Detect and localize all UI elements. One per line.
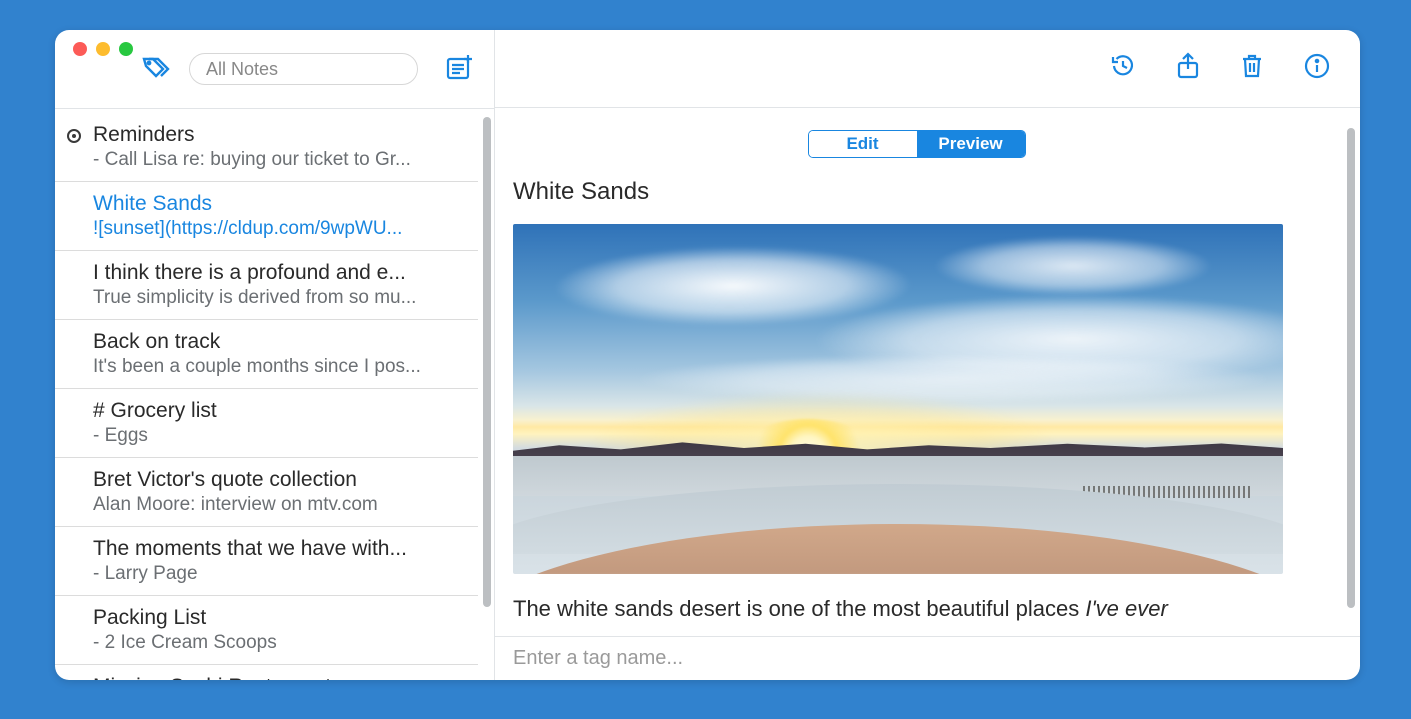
- note-list-item[interactable]: # Grocery list- Eggs: [55, 389, 478, 458]
- new-note-button[interactable]: [446, 54, 474, 85]
- history-icon: [1110, 53, 1136, 79]
- note-item-title: Packing List: [93, 606, 464, 630]
- edit-tab[interactable]: Edit: [809, 131, 917, 157]
- note-list-item[interactable]: White Sands![sunset](https://cldup.com/9…: [55, 182, 478, 251]
- notes-list: Reminders- Call Lisa re: buying our tick…: [55, 108, 494, 680]
- info-button[interactable]: [1304, 53, 1330, 84]
- trash-icon: [1240, 53, 1264, 79]
- app-window: All Notes Reminders- Call Lisa re: buyin…: [55, 30, 1360, 680]
- new-note-icon: [446, 54, 474, 80]
- tags-button[interactable]: [141, 55, 171, 84]
- note-item-preview: - 2 Ice Cream Scoops: [93, 632, 464, 654]
- tag-input[interactable]: Enter a tag name...: [495, 636, 1360, 680]
- note-item-title: Back on track: [93, 330, 464, 354]
- note-item-preview: - Larry Page: [93, 563, 464, 585]
- note-list-item[interactable]: Back on trackIt's been a couple months s…: [55, 320, 478, 389]
- note-list-item[interactable]: I think there is a profound and e...True…: [55, 251, 478, 320]
- zoom-window-button[interactable]: [119, 42, 133, 56]
- note-list-item[interactable]: The moments that we have with...- Larry …: [55, 527, 478, 596]
- note-item-preview: - Call Lisa re: buying our ticket to Gr.…: [93, 149, 464, 171]
- note-item-preview: True simplicity is derived from so mu...: [93, 287, 464, 309]
- info-icon: [1304, 53, 1330, 79]
- note-list-item[interactable]: Packing List- 2 Ice Cream Scoops: [55, 596, 478, 665]
- note-pane: Edit Preview White Sands The white sand: [495, 30, 1360, 680]
- note-title: White Sands: [513, 178, 1320, 206]
- share-icon: [1176, 52, 1200, 80]
- note-image-sunset: [513, 224, 1283, 574]
- note-body: The white sands desert is one of the mos…: [513, 596, 1320, 622]
- tag-input-placeholder: Enter a tag name...: [513, 647, 683, 670]
- note-item-title: Mission Sushi Restaurants: [93, 675, 464, 680]
- note-item-title: Reminders: [93, 123, 464, 147]
- edit-preview-toggle: Edit Preview: [808, 130, 1026, 158]
- share-button[interactable]: [1176, 52, 1200, 85]
- note-body-text: The white sands desert is one of the mos…: [513, 596, 1085, 621]
- note-body-italic: I've ever: [1085, 596, 1167, 621]
- note-list-item[interactable]: Mission Sushi Restaurants- Suogi: [55, 665, 478, 680]
- minimize-window-button[interactable]: [96, 42, 110, 56]
- note-list-item[interactable]: Reminders- Call Lisa re: buying our tick…: [55, 113, 478, 182]
- note-item-preview: Alan Moore: interview on mtv.com: [93, 494, 464, 516]
- pinned-indicator-icon: [67, 129, 81, 143]
- note-item-title: White Sands: [93, 192, 464, 216]
- search-placeholder: All Notes: [206, 59, 278, 80]
- note-item-preview: It's been a couple months since I pos...: [93, 356, 464, 378]
- note-item-title: Bret Victor's quote collection: [93, 468, 464, 492]
- search-input[interactable]: All Notes: [189, 53, 418, 85]
- note-list-item[interactable]: Bret Victor's quote collectionAlan Moore…: [55, 458, 478, 527]
- note-item-title: # Grocery list: [93, 399, 464, 423]
- note-content: Edit Preview White Sands The white sand: [495, 108, 1360, 636]
- history-button[interactable]: [1110, 53, 1136, 84]
- close-window-button[interactable]: [73, 42, 87, 56]
- note-toolbar: [495, 30, 1360, 108]
- content-scrollbar[interactable]: [1347, 128, 1355, 608]
- notes-sidebar: All Notes Reminders- Call Lisa re: buyin…: [55, 30, 495, 680]
- trash-button[interactable]: [1240, 53, 1264, 84]
- preview-tab[interactable]: Preview: [917, 131, 1025, 157]
- note-item-title: The moments that we have with...: [93, 537, 464, 561]
- note-item-title: I think there is a profound and e...: [93, 261, 464, 285]
- note-item-preview: ![sunset](https://cldup.com/9wpWU...: [93, 218, 464, 240]
- window-controls: [73, 42, 133, 56]
- tags-icon: [141, 55, 171, 79]
- sidebar-scrollbar[interactable]: [483, 117, 491, 607]
- note-item-preview: - Eggs: [93, 425, 464, 447]
